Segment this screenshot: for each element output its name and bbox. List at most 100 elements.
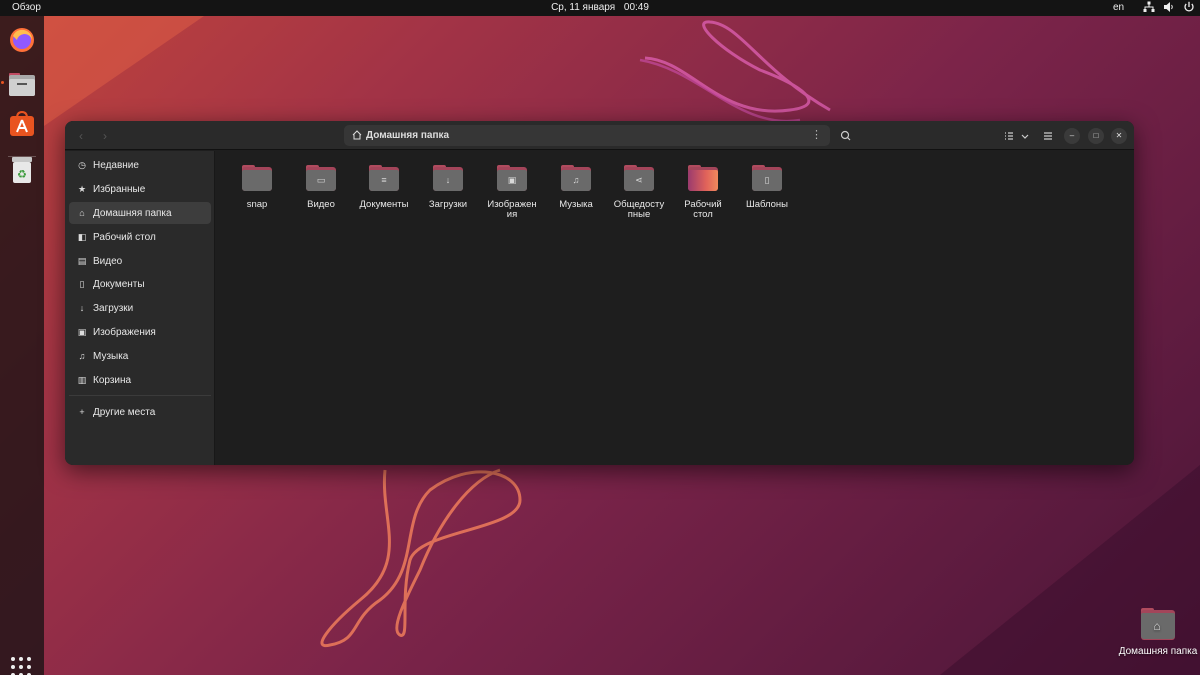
home-icon: ⌂ — [79, 208, 85, 218]
file-label: стол — [693, 209, 713, 220]
file-label: Документы — [359, 199, 409, 210]
sidebar-item-downloads[interactable]: ↓ Загрузки — [69, 297, 211, 319]
download-icon: ↓ — [79, 303, 85, 313]
show-apps-button[interactable] — [11, 657, 33, 675]
software-store-launcher[interactable] — [6, 108, 38, 140]
file-item-templates[interactable]: ▯ Шаблоны — [737, 165, 797, 210]
volume-icon — [1164, 2, 1173, 12]
clock-date: Ср, 11 января — [551, 2, 616, 13]
sidebar-item-pictures[interactable]: ▣ Изображения — [69, 321, 211, 343]
list-view-icon[interactable] — [1001, 128, 1017, 144]
path-menu-icon[interactable]: ⋮ — [811, 128, 822, 141]
path-bar[interactable]: Домашняя папка ⋮ — [344, 125, 830, 146]
sidebar-item-music[interactable]: ♫ Музыка — [69, 345, 211, 367]
sidebar-item-label: Рабочий стол — [93, 231, 156, 243]
file-label: snap — [246, 199, 268, 210]
file-label: Музыка — [559, 199, 593, 210]
file-item-videos[interactable]: ▭ Видео — [291, 165, 351, 210]
trash-launcher[interactable]: ♻ — [6, 154, 38, 186]
dock: ♻ — [0, 16, 44, 675]
image-icon: ▣ — [77, 327, 87, 337]
clock-time: 00:49 — [623, 2, 649, 13]
desktop-icon: ◧ — [77, 232, 87, 242]
desktop-folder-icon — [688, 165, 718, 191]
file-item-downloads[interactable]: ↓ Загрузки — [418, 165, 478, 210]
file-item-documents[interactable]: ≡ Документы — [354, 165, 414, 210]
sidebar-item-label: Видео — [93, 255, 123, 267]
document-icon: ▯ — [79, 279, 85, 289]
path-label: Домашняя папка — [366, 130, 450, 141]
files-icon — [9, 73, 35, 96]
running-indicator — [1, 81, 4, 84]
video-icon: ▤ — [77, 256, 87, 266]
file-label: Загрузки — [428, 199, 468, 210]
pictures-folder-icon: ▣ — [497, 165, 527, 191]
maximize-button[interactable]: □ — [1088, 128, 1104, 144]
sidebar-item-desktop[interactable]: ◧ Рабочий стол — [69, 226, 211, 248]
sidebar-item-home[interactable]: ⌂ Домашняя папка — [69, 202, 211, 224]
clock[interactable]: Ср, 11 января 00:49 — [0, 2, 1200, 13]
sidebar-item-label: Домашняя папка — [93, 207, 172, 219]
file-item-desktop[interactable]: Рабочий стол — [673, 165, 733, 220]
sidebar-item-label: Избранные — [93, 183, 146, 195]
file-item-public[interactable]: ⋖ Общедосту пные — [609, 165, 669, 220]
sidebar-item-starred[interactable]: ★ Избранные — [69, 178, 211, 200]
file-manager-window: ‹ › Домашняя папка ⋮ – □ ✕ ◷ Недавние ★ … — [65, 121, 1134, 465]
sidebar-item-videos[interactable]: ▤ Видео — [69, 250, 211, 272]
network-icon — [1143, 1, 1155, 12]
trash-icon: ♻ — [12, 157, 32, 183]
files-launcher[interactable] — [6, 68, 38, 100]
downloads-folder-icon: ↓ — [433, 165, 463, 191]
file-item-pictures[interactable]: ▣ Изображен ия — [482, 165, 542, 220]
folder-icon — [242, 165, 272, 191]
view-options-chevron-icon[interactable] — [1017, 128, 1033, 144]
forward-button[interactable]: › — [98, 129, 112, 143]
sidebar-item-label: Документы — [93, 278, 145, 290]
sidebar-item-label: Корзина — [93, 374, 132, 386]
trash-icon: ▥ — [77, 375, 87, 385]
file-label: ия — [506, 209, 518, 220]
system-tray[interactable] — [1143, 1, 1195, 13]
star-icon: ★ — [77, 184, 87, 194]
sidebar-separator — [69, 395, 211, 396]
sidebar-item-trash[interactable]: ▥ Корзина — [69, 369, 211, 391]
sidebar-item-other-places[interactable]: + Другие места — [69, 401, 211, 423]
file-item-snap[interactable]: snap — [227, 165, 287, 210]
desktop-home-folder[interactable]: ⌂ Домашняя папка — [1116, 608, 1200, 657]
top-bar: Обзор Ср, 11 января 00:49 en — [0, 0, 1200, 16]
minimize-button[interactable]: – — [1064, 128, 1080, 144]
file-item-music[interactable]: ♫ Музыка — [546, 165, 606, 210]
back-button[interactable]: ‹ — [74, 129, 88, 143]
close-button[interactable]: ✕ — [1111, 128, 1127, 144]
file-label: Шаблоны — [745, 199, 788, 210]
firefox-launcher[interactable] — [6, 24, 38, 56]
clock-icon: ◷ — [78, 160, 86, 170]
home-icon — [352, 130, 362, 140]
sidebar-item-label: Загрузки — [93, 302, 134, 314]
plus-icon: + — [79, 407, 85, 417]
firefox-icon — [10, 28, 34, 52]
music-folder-icon: ♫ — [561, 165, 591, 191]
templates-folder-icon: ▯ — [752, 165, 782, 191]
sidebar: ◷ Недавние ★ Избранные ⌂ Домашняя папка … — [65, 151, 215, 465]
music-icon: ♫ — [78, 351, 86, 361]
file-label: Видео — [307, 199, 335, 210]
home-folder-icon: ⌂ — [1141, 608, 1175, 640]
desktop-icon-label: Домашняя папка — [1118, 646, 1198, 657]
public-folder-icon: ⋖ — [624, 165, 654, 191]
wallpaper-shape — [44, 16, 204, 126]
sidebar-item-label: Музыка — [93, 350, 129, 362]
search-icon[interactable] — [838, 128, 854, 144]
documents-folder-icon: ≡ — [369, 165, 399, 191]
power-icon — [1184, 1, 1194, 12]
svg-text:♻: ♻ — [17, 168, 27, 181]
file-label: пные — [627, 209, 651, 220]
sidebar-item-label: Изображения — [93, 326, 156, 338]
sidebar-item-documents[interactable]: ▯ Документы — [69, 273, 211, 295]
keyboard-layout-indicator[interactable]: en — [1113, 2, 1124, 13]
hamburger-menu-icon[interactable] — [1040, 128, 1056, 144]
video-folder-icon: ▭ — [306, 165, 336, 191]
file-grid: snap ▭ Видео ≡ Документы ↓ Загрузки ▣ Из… — [216, 151, 1134, 465]
sidebar-item-recent[interactable]: ◷ Недавние — [69, 154, 211, 176]
header-bar: ‹ › Домашняя папка ⋮ – □ ✕ — [65, 121, 1134, 150]
